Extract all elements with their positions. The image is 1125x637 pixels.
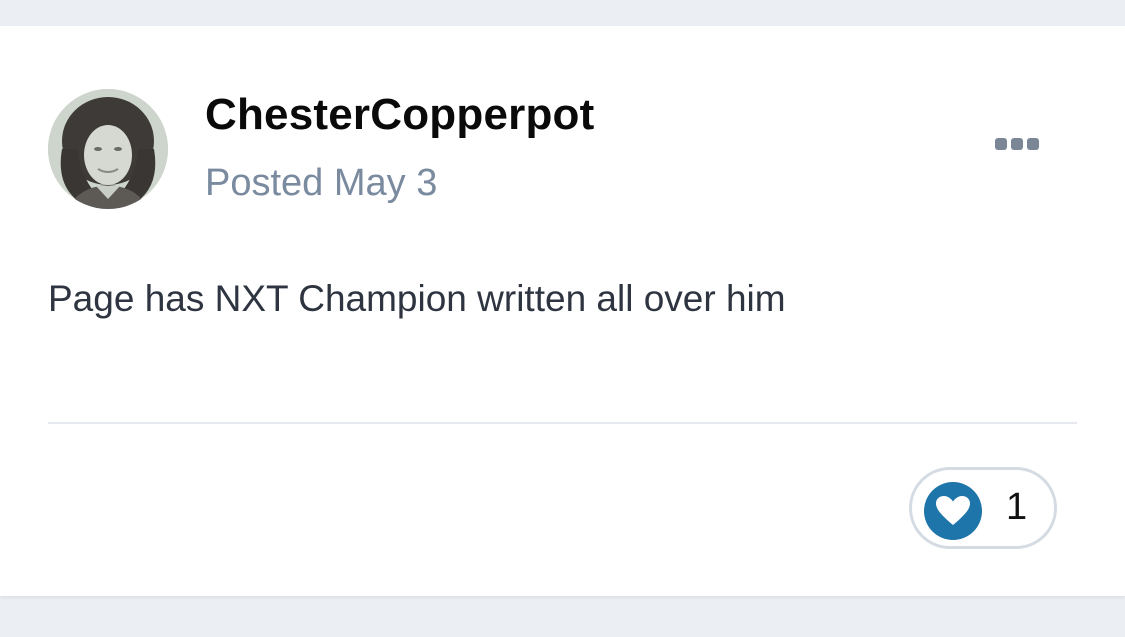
reaction-button[interactable]: 1 [909,467,1057,549]
heart-icon [924,482,982,540]
avatar-photo [48,89,168,209]
more-options-button[interactable] [986,126,1048,162]
reaction-count: 1 [1006,486,1028,528]
more-options-icon-dot [1027,138,1039,150]
post-card: ChesterCopperpot Posted May 3 Page has N… [0,26,1125,596]
post-date[interactable]: Posted May 3 [205,162,437,205]
author-avatar[interactable] [48,89,168,209]
more-options-icon-dot [1011,138,1023,150]
post-body: Page has NXT Champion written all over h… [48,278,786,319]
author-name[interactable]: ChesterCopperpot [205,90,594,140]
more-options-icon [995,138,1007,150]
divider [48,422,1077,424]
